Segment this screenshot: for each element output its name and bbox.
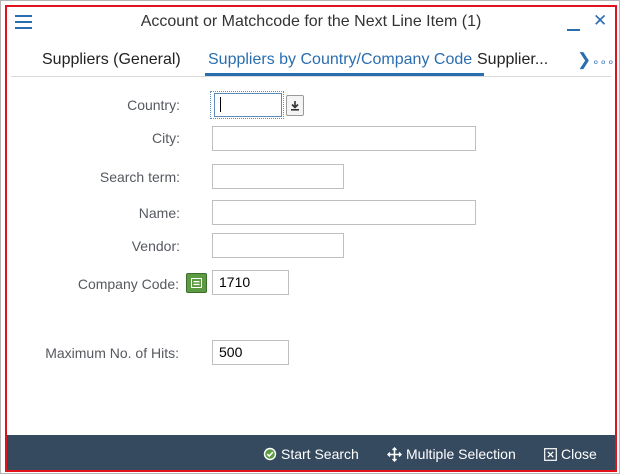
close-label: Close [561,446,597,462]
close-box-icon [544,447,557,461]
start-search-label: Start Search [281,446,359,462]
download-arrow-icon [291,101,299,111]
name-input[interactable] [212,200,476,225]
close-button[interactable]: Close [544,446,597,462]
company-code-label: Company Code: [77,276,179,292]
max-hits-input[interactable]: 500 [212,340,289,365]
vendor-input[interactable] [212,233,344,258]
equals-operator-button[interactable] [186,273,207,293]
max-hits-label: Maximum No. of Hits: [45,345,179,361]
start-search-button[interactable]: Start Search [263,446,359,462]
chevron-right-icon[interactable]: ❯ [577,50,591,70]
check-circle-icon [263,447,277,461]
tab-supplier-more[interactable]: Supplier... [477,51,548,69]
tab-suppliers-general[interactable]: Suppliers (General) [42,51,181,69]
city-input[interactable] [212,126,476,151]
tab-bar: Suppliers (General) Suppliers by Country… [11,45,615,77]
country-label: Country: [127,97,180,113]
search-term-input[interactable] [212,164,344,189]
city-label: City: [152,130,180,146]
company-code-input[interactable]: 1710 [212,270,289,295]
multiple-selection-icon [387,446,402,462]
country-input[interactable] [214,93,282,117]
dialog-title: Account or Matchcode for the Next Line I… [140,13,482,30]
footer-toolbar: Start Search Multiple Selection Close [7,435,615,471]
tab-suppliers-by-country-company-code[interactable]: Suppliers by Country/Company Code [208,51,472,69]
equals-icon [191,278,202,288]
country-value-help-button[interactable] [286,95,304,116]
multiple-selection-label: Multiple Selection [406,446,516,462]
dialog: Account or Matchcode for the Next Line I… [0,0,620,474]
search-term-label: Search term: [99,169,180,185]
name-label: Name: [138,205,180,221]
text-caret [220,97,221,112]
vendor-label: Vendor: [131,238,180,254]
tab-overflow-icon[interactable]: ∘∘∘ [592,55,615,69]
minimize-icon[interactable] [567,29,580,31]
close-icon[interactable]: ✕ [593,11,607,31]
active-tab-indicator [205,73,484,76]
multiple-selection-button[interactable]: Multiple Selection [387,446,516,462]
